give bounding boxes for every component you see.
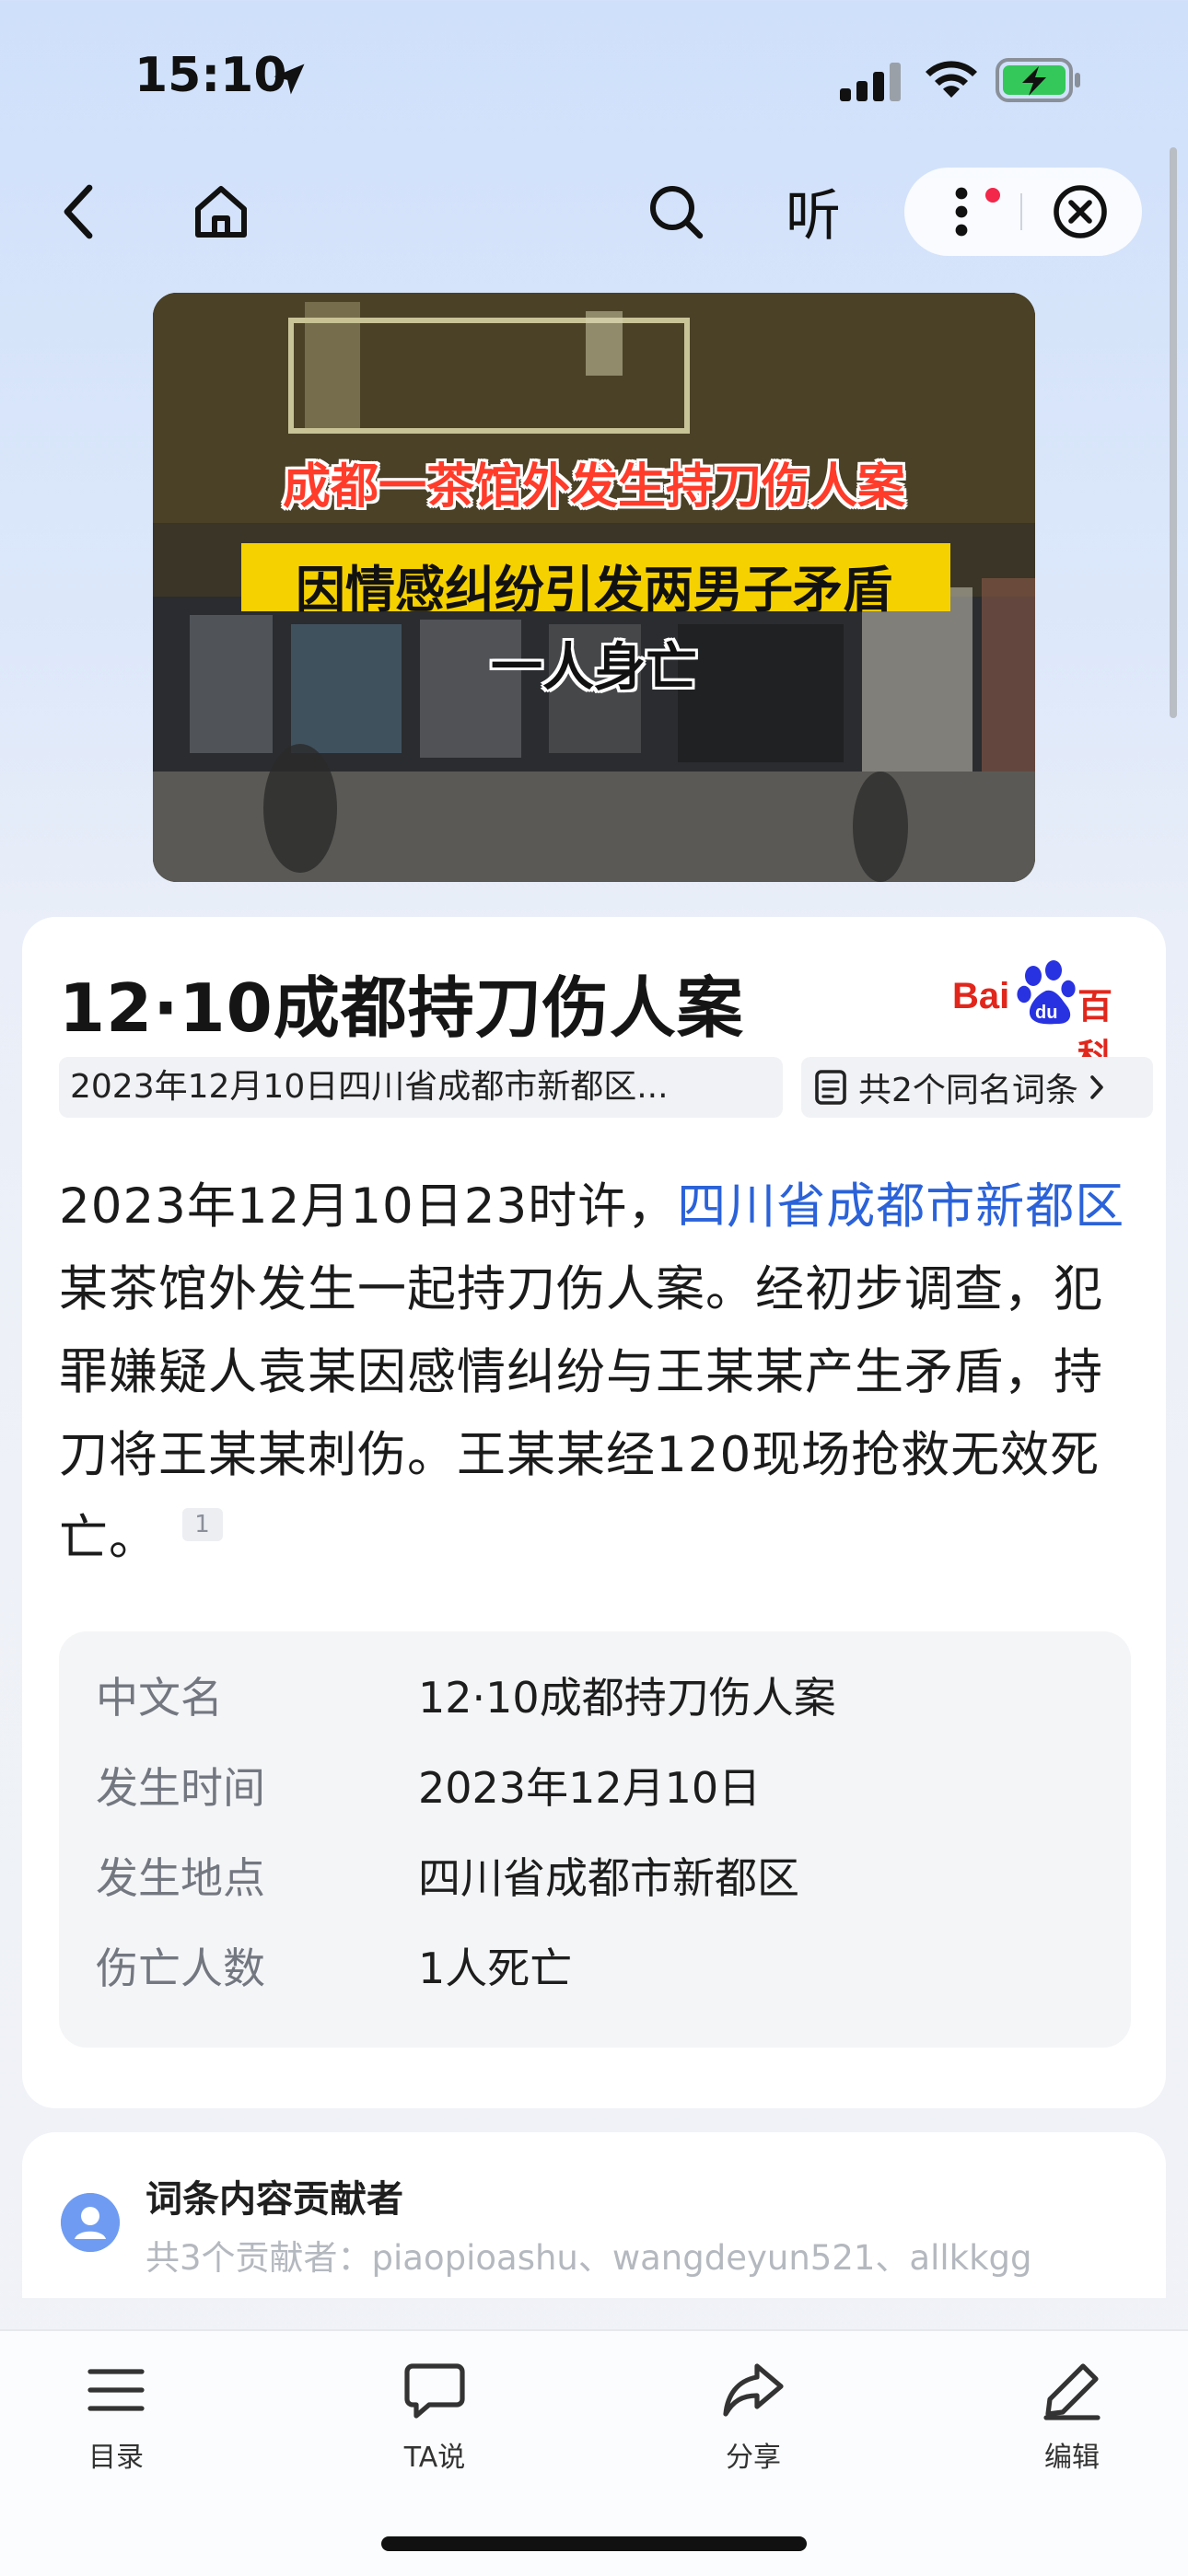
document-list-icon xyxy=(815,1070,846,1105)
logo-text-du: du xyxy=(1035,1003,1057,1023)
entry-title: 12·10成都持刀伤人案 xyxy=(59,969,744,1047)
contributors-card[interactable]: 词条内容贡献者 共3个贡献者：piaopioashu、wangdeyun521、… xyxy=(22,2132,1166,2298)
nav-bar: 听 xyxy=(0,157,1188,267)
wifi-icon xyxy=(926,61,977,98)
baidu-paw-icon: du xyxy=(1017,960,1076,1025)
listen-button[interactable]: 听 xyxy=(774,171,853,250)
chevron-right-icon xyxy=(1090,1075,1103,1099)
home-button[interactable] xyxy=(184,173,258,250)
contributors-title: 词条内容贡献者 xyxy=(146,2178,403,2221)
home-indicator[interactable] xyxy=(381,2536,807,2551)
ta-says-label: TA说 xyxy=(403,2442,466,2474)
baidu-baike-logo: Bai du 百科 xyxy=(952,959,1136,1077)
catalog-label: 目录 xyxy=(88,2442,144,2474)
contributors-list: 共3个贡献者：piaopioashu、wangdeyun521、allkkgg xyxy=(146,2238,1032,2278)
logo-text-bai: Bai xyxy=(952,976,1010,1016)
search-button[interactable] xyxy=(639,175,713,249)
scroll-indicator[interactable] xyxy=(1170,147,1177,718)
share-label: 分享 xyxy=(726,2442,781,2474)
hero-caption-line2: 因情感纠纷引发两男子矛盾 xyxy=(296,560,892,619)
pencil-icon xyxy=(1043,2363,1101,2420)
edit-button[interactable]: 编辑 xyxy=(980,2357,1164,2486)
infobox-row: 中文名 12·10成都持刀伤人案 xyxy=(59,1641,1131,1731)
infobox-key: 伤亡人数 xyxy=(96,1944,265,1993)
summary-text-part1: 2023年12月10日23时许， xyxy=(59,1178,678,1235)
infobox-key: 发生时间 xyxy=(96,1763,265,1813)
more-button[interactable] xyxy=(925,175,998,249)
chat-bubble-icon xyxy=(404,2363,465,2419)
hero-caption-line3: 一人身亡 xyxy=(491,637,697,698)
location-arrow-icon xyxy=(274,64,305,95)
infobox-row: 伤亡人数 1人死亡 xyxy=(59,1911,1131,2002)
status-bar: 15:10 xyxy=(0,0,1188,157)
reference-badge[interactable]: 1 xyxy=(182,1508,223,1541)
infobox-row: 发生地点 四川省成都市新都区 xyxy=(59,1821,1131,1911)
edit-label: 编辑 xyxy=(1044,2442,1100,2474)
cellular-signal-icon xyxy=(840,63,901,101)
catalog-button[interactable]: 目录 xyxy=(24,2357,208,2486)
infobox-key: 发生地点 xyxy=(96,1853,265,1903)
close-circle-icon xyxy=(1054,185,1107,238)
ta-says-button[interactable]: TA说 xyxy=(343,2357,527,2486)
hero-image[interactable]: 成都一茶馆外发生持刀伤人案 因情感纠纷引发两男子矛盾 一人身亡 xyxy=(153,293,1035,882)
entry-summary: 2023年12月10日23时许，四川省成都市新都区某茶馆外发生一起持刀伤人案。经… xyxy=(59,1166,1131,1580)
infobox-value: 12·10成都持刀伤人案 xyxy=(418,1673,836,1723)
infobox-value: 2023年12月10日 xyxy=(418,1763,762,1813)
infobox-key: 中文名 xyxy=(96,1673,223,1723)
homonym-label: 共2个同名词条 xyxy=(858,1072,1078,1109)
chevron-left-icon xyxy=(64,184,93,239)
capsule-divider xyxy=(1020,193,1022,230)
list-icon xyxy=(87,2369,145,2411)
hero-caption-line1: 成都一茶馆外发生持刀伤人案 xyxy=(282,458,905,515)
user-avatar-icon xyxy=(61,2193,120,2252)
infobox-value: 1人死亡 xyxy=(418,1944,573,1993)
status-time: 15:10 xyxy=(134,48,287,103)
infobox-row: 发生时间 2023年12月10日 xyxy=(59,1731,1131,1821)
entry-subtitle[interactable]: 2023年12月10日四川省成都市新都区... xyxy=(59,1057,783,1118)
search-icon xyxy=(650,186,704,239)
close-button[interactable] xyxy=(1039,175,1122,249)
share-icon xyxy=(723,2363,784,2417)
share-button[interactable]: 分享 xyxy=(661,2357,845,2486)
infobox: 中文名 12·10成都持刀伤人案 发生时间 2023年12月10日 发生地点 四… xyxy=(59,1631,1131,2048)
location-link[interactable]: 四川省成都市新都区 xyxy=(677,1178,1124,1235)
home-icon xyxy=(195,186,247,238)
mini-program-capsule xyxy=(904,168,1142,256)
battery-charging-icon xyxy=(996,58,1080,102)
notification-dot xyxy=(985,188,1000,203)
back-button[interactable] xyxy=(46,175,111,249)
entry-card: 12·10成都持刀伤人案 Bai du 百科 2023年12月10日四川省成都市… xyxy=(22,917,1166,2108)
infobox-value: 四川省成都市新都区 xyxy=(418,1853,799,1903)
more-vertical-icon xyxy=(955,187,968,237)
homonym-entries-button[interactable]: 共2个同名词条 xyxy=(801,1057,1153,1118)
